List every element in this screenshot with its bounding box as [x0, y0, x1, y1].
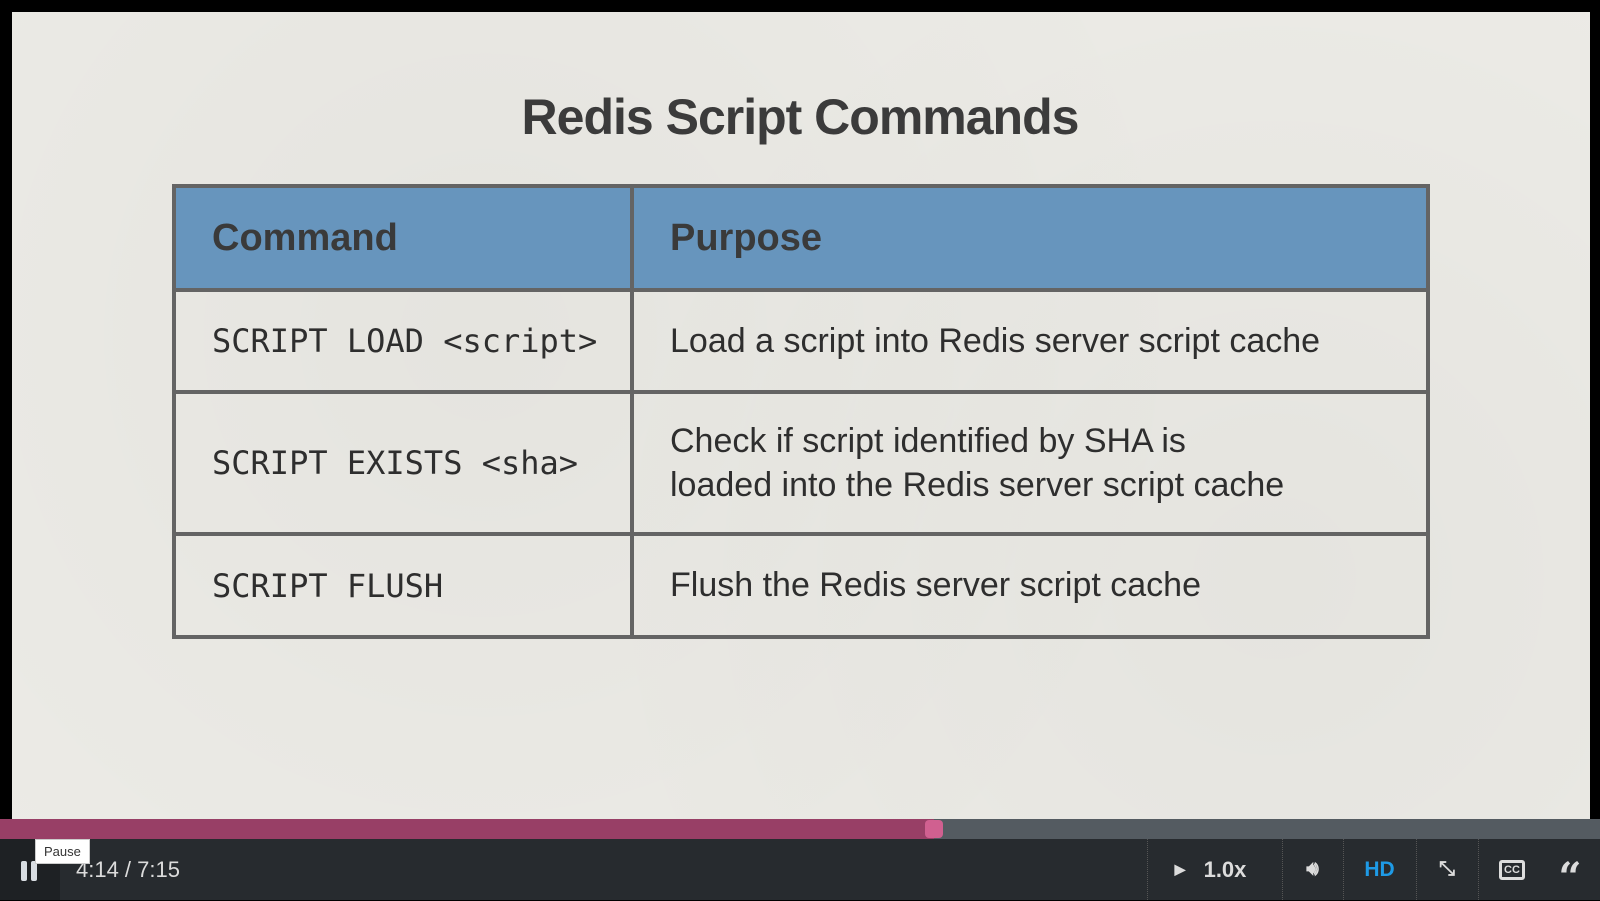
divider	[1147, 839, 1148, 900]
progress-bar[interactable]	[0, 819, 1600, 839]
pause-icon	[21, 861, 27, 881]
command-cell: SCRIPT FLUSH	[172, 532, 634, 639]
exit-fullscreen-icon[interactable]: ⤡	[1416, 839, 1478, 900]
purpose-cell: Load a script into Redis server script c…	[630, 288, 1430, 394]
header-purpose: Purpose	[630, 184, 1430, 292]
purpose-line: Check if script identified by SHA is	[670, 422, 1186, 460]
speed-arrow-icon[interactable]: ▶	[1165, 839, 1195, 900]
time-display: 4:14 / 7:15	[76, 857, 180, 882]
table-row: SCRIPT LOAD <script> Load a script into R…	[172, 288, 1430, 394]
purpose-cell: Check if script identified by SHA is load…	[630, 390, 1430, 536]
table-row: SCRIPT EXISTS <sha> Check if script ident…	[172, 390, 1430, 536]
header-command: Command	[172, 184, 634, 292]
speed-button[interactable]: 1.0x	[1195, 839, 1255, 900]
command-cell: SCRIPT EXISTS <sha>	[172, 390, 634, 536]
divider	[1478, 839, 1479, 900]
closed-captions-icon[interactable]: CC	[1492, 839, 1532, 900]
player-controls: 4:14 / 7:15 ▶ 1.0x 🔊︎ HD ⤡ CC “	[0, 839, 1600, 901]
transcript-quote-icon[interactable]: “	[1550, 839, 1590, 901]
quality-button[interactable]: HD	[1343, 839, 1416, 900]
volume-icon[interactable]: 🔊︎	[1282, 839, 1343, 900]
command-cell: SCRIPT LOAD <script>	[172, 288, 634, 394]
pause-tooltip: Pause	[35, 839, 90, 864]
table-row: SCRIPT FLUSH Flush the Redis server scrip…	[172, 532, 1430, 639]
purpose-line: loaded into the Redis server script cach…	[670, 466, 1285, 504]
slide-title: Redis Script Commands	[521, 89, 1080, 145]
progress-fill	[0, 819, 935, 839]
purpose-cell: Flush the Redis server script cache	[630, 532, 1430, 639]
pause-icon-bar	[31, 861, 37, 881]
progress-handle[interactable]	[925, 820, 944, 838]
commands-table: Command Purpose SCRIPT LOAD <script> Load …	[172, 184, 1430, 639]
